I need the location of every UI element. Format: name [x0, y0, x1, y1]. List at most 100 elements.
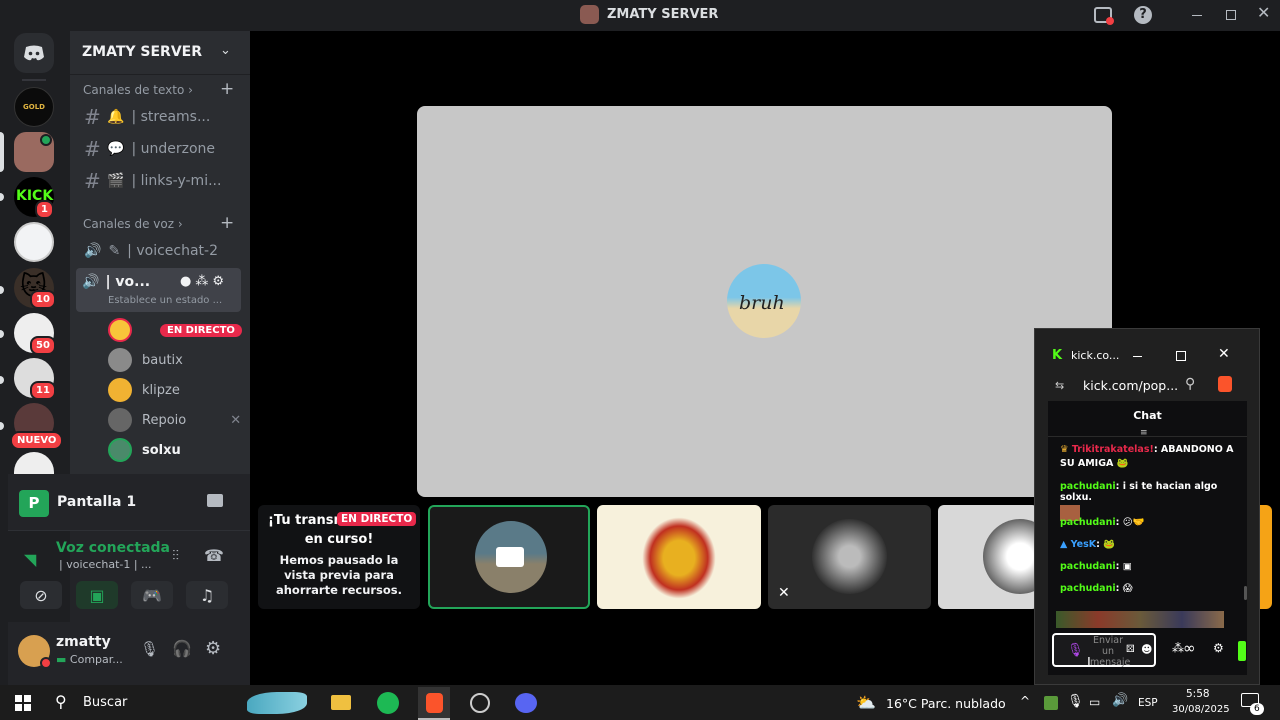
- video-tile-self[interactable]: [428, 505, 590, 609]
- emote-icon: ⚄: [1126, 644, 1135, 655]
- channel-streams[interactable]: # 🔔 | streams...: [78, 102, 242, 132]
- avatar: [108, 348, 132, 372]
- voice-user[interactable]: solxu: [108, 436, 181, 464]
- live-badge: EN DIRECTO: [337, 512, 417, 526]
- voice-panel: P Pantalla 1 ◥ Voz conectada | voicechat…: [8, 474, 250, 685]
- kick-logo-icon: K: [1052, 348, 1063, 363]
- window-title: ZMATY SERVER: [580, 5, 718, 24]
- channel-links[interactable]: # 🎬 | links-y-mi...: [78, 166, 242, 196]
- taskbar: ⚲ Buscar ⛅ 16°C Parc. nublado ^ 🎙 ▭ 🔊 ES…: [0, 685, 1280, 720]
- voice-user[interactable]: Repoio ✕: [108, 406, 241, 434]
- server-gold-icon[interactable]: GOLD: [14, 87, 54, 127]
- scrollbar[interactable]: [1244, 586, 1247, 600]
- discord-icon[interactable]: [515, 693, 537, 713]
- tray-app-icon[interactable]: [1044, 696, 1058, 710]
- channel-underzone[interactable]: # 💬 | underzone: [78, 134, 242, 164]
- avatar: [108, 408, 132, 432]
- inbox-icon[interactable]: [1094, 7, 1114, 25]
- file-explorer-icon[interactable]: [331, 695, 351, 710]
- emoji-icon: ☻: [1141, 643, 1153, 656]
- shark-widget-icon[interactable]: [247, 692, 307, 714]
- speaker-icon: 🔊: [84, 243, 102, 259]
- signal-icon: ◥: [24, 550, 37, 569]
- maximize-button[interactable]: [1176, 351, 1186, 361]
- network-icon[interactable]: ▭: [1089, 695, 1100, 709]
- voice-user[interactable]: klipze: [108, 376, 180, 404]
- search-icon[interactable]: ⚲: [55, 692, 67, 711]
- add-channel-icon[interactable]: +: [220, 79, 234, 99]
- text-category[interactable]: Canales de texto ›: [83, 83, 193, 97]
- chat-input[interactable]: 🎙 Enviar un mensaje ⚄ ☻: [1052, 633, 1156, 668]
- live-badge: EN DIRECTO: [160, 323, 242, 337]
- avatar: bruh: [727, 264, 801, 338]
- server-white-icon[interactable]: [14, 222, 54, 262]
- send-button[interactable]: [1238, 641, 1246, 661]
- server-zmaty-icon[interactable]: [14, 132, 54, 172]
- kick-popup-window: K kick.co... ✕ ⇆ kick.com/pop... ⚲ Chat …: [1034, 328, 1260, 685]
- zoom-icon[interactable]: ⚲: [1185, 376, 1195, 392]
- video-tile-user[interactable]: [597, 505, 761, 609]
- microphone-icon[interactable]: 🎙: [140, 640, 159, 658]
- channel-actions-icon: ●⁂⚙: [180, 274, 228, 289]
- speaker-icon: 🔊: [82, 274, 100, 290]
- obs-icon[interactable]: [470, 693, 490, 713]
- avatar: [108, 318, 132, 342]
- settings-gear-icon[interactable]: ⚙: [1213, 641, 1224, 655]
- hash-icon: #: [84, 137, 101, 161]
- avatar[interactable]: [18, 635, 52, 669]
- chevron-up-icon[interactable]: ^: [1020, 694, 1030, 708]
- brave-icon: [425, 693, 443, 713]
- video-tile-user[interactable]: ✕: [768, 505, 931, 609]
- settings-gear-icon[interactable]: ⚙: [205, 638, 221, 659]
- close-button[interactable]: ✕: [1257, 3, 1270, 22]
- site-settings-icon[interactable]: ⇆: [1055, 379, 1064, 392]
- volume-icon[interactable]: 🔊: [1112, 693, 1128, 708]
- video-tile-user[interactable]: [938, 505, 1038, 609]
- screen-share-icon: P: [19, 490, 49, 517]
- headphones-icon[interactable]: 🎧: [172, 639, 192, 658]
- avatar: [108, 378, 132, 402]
- minimize-button[interactable]: [1192, 15, 1202, 16]
- weather-icon: ⛅: [856, 693, 876, 712]
- minimize-button[interactable]: [1133, 356, 1142, 357]
- stream-preview-paused: ¡Tu transm EN DIRECTO en curso! Hemos pa…: [258, 505, 420, 609]
- video-tile-partial[interactable]: [1258, 505, 1272, 609]
- microphone-icon[interactable]: 🎙: [1067, 694, 1084, 709]
- stop-share-icon[interactable]: [207, 494, 223, 507]
- activity-button[interactable]: 🎮: [131, 581, 173, 609]
- voice-category[interactable]: Canales de voz ›: [83, 217, 183, 231]
- windows-start-icon[interactable]: [15, 695, 31, 711]
- title-bar: ZMATY SERVER ? ✕: [0, 0, 1280, 31]
- spotify-icon[interactable]: [377, 692, 399, 714]
- mute-icon: ✕: [230, 412, 242, 428]
- microphone-icon: 🎙: [1067, 643, 1084, 658]
- help-icon[interactable]: ?: [1134, 6, 1152, 24]
- chevron-down-icon[interactable]: ⌄: [220, 43, 231, 58]
- server-name[interactable]: ZMATY SERVER: [82, 44, 202, 60]
- discord-home-icon[interactable]: [14, 33, 54, 73]
- voice-user[interactable]: bautix: [108, 346, 183, 374]
- add-voice-icon[interactable]: +: [220, 213, 234, 233]
- camera-icon: [496, 547, 524, 567]
- brave-shield-icon[interactable]: [1218, 376, 1232, 392]
- hash-icon: #: [84, 105, 101, 129]
- chat-panel: Chat ≡ ♛ Trikitrakatelas!: ABANDONO A SU…: [1048, 401, 1247, 675]
- voice-channel-active[interactable]: 🔊 | vo... ●⁂⚙ Establece un estado ...: [76, 268, 241, 312]
- text-cursor-icon: I: [1087, 656, 1091, 671]
- main-stream-tile[interactable]: bruh: [417, 106, 1112, 497]
- hash-icon: #: [84, 169, 101, 193]
- share-screen-button[interactable]: ▣: [76, 581, 118, 609]
- maximize-button[interactable]: [1226, 10, 1236, 20]
- noise-icon[interactable]: ⫶⫶: [172, 548, 179, 564]
- camera-off-button[interactable]: ⊘: [20, 581, 62, 609]
- server-partial-icon[interactable]: [14, 452, 54, 474]
- disconnect-icon[interactable]: ☎: [204, 546, 224, 565]
- close-button[interactable]: ✕: [1218, 346, 1230, 362]
- emote-bar[interactable]: [1056, 611, 1224, 628]
- voice-user[interactable]: EN DIRECTO: [108, 316, 242, 344]
- server-icon: [580, 5, 599, 24]
- soundboard-button[interactable]: ♫: [186, 581, 228, 609]
- voice-channel-2[interactable]: 🔊 ✎ | voicechat-2: [78, 236, 242, 266]
- avatar: [108, 438, 132, 462]
- mute-icon: ✕: [778, 585, 790, 601]
